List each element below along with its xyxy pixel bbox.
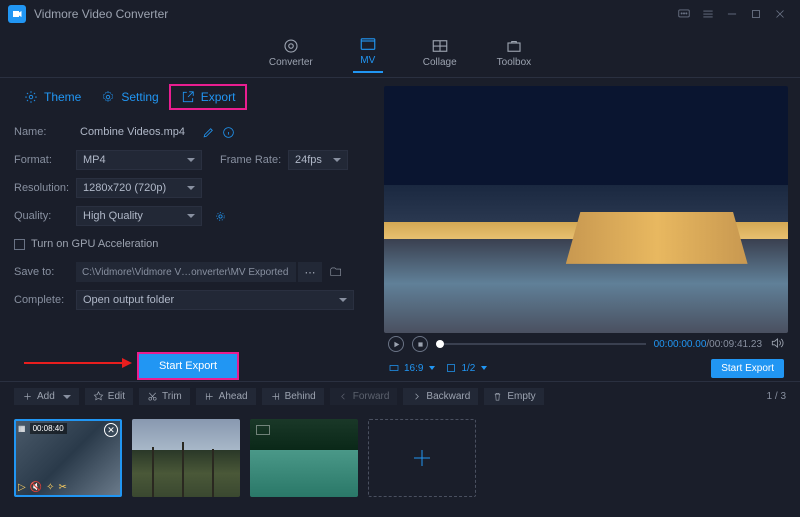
edit-button[interactable]: Edit: [85, 388, 133, 405]
video-preview[interactable]: [384, 86, 788, 333]
ahead-button[interactable]: Ahead: [196, 388, 256, 405]
clip-play-icon[interactable]: ▷: [18, 482, 26, 493]
tab-label: MV: [360, 55, 375, 66]
gpu-checkbox[interactable]: [14, 239, 25, 250]
chevron-down-icon: [333, 158, 341, 162]
clip-trim-icon[interactable]: ✂: [59, 482, 67, 493]
main-tabs: Converter MV Collage Toolbox: [0, 28, 800, 78]
app-title: Vidmore Video Converter: [34, 7, 672, 21]
player-controls: 00:00:00.00/00:09:41.23: [384, 333, 788, 355]
subtab-label: Theme: [44, 90, 81, 104]
browse-button[interactable]: ⋯: [298, 262, 322, 282]
resolution-select[interactable]: 1280x720 (720p): [76, 178, 202, 198]
feedback-icon[interactable]: [672, 2, 696, 26]
clip-toolbar: Add Edit Trim Ahead Behind Forward Backw…: [0, 381, 800, 411]
clip-item[interactable]: [250, 419, 358, 497]
annotation-arrow: [24, 362, 124, 364]
volume-icon[interactable]: [770, 336, 784, 353]
zoom-select[interactable]: 1/2: [445, 362, 487, 374]
format-label: Format:: [14, 154, 76, 166]
chevron-down-icon: [187, 214, 195, 218]
titlebar: Vidmore Video Converter: [0, 0, 800, 28]
subtab-setting[interactable]: Setting: [91, 84, 168, 110]
framerate-select[interactable]: 24fps: [288, 150, 348, 170]
clip-duration: 00:08:40: [30, 423, 67, 434]
timeline: ▦00:08:40 ✕ ▷ 🔇 ✧ ✂: [0, 411, 800, 507]
start-export-small-button[interactable]: Start Export: [711, 359, 784, 378]
preview-options: 16:9 1/2 Start Export: [384, 355, 788, 381]
empty-button[interactable]: Empty: [484, 388, 543, 405]
complete-select[interactable]: Open output folder: [76, 290, 354, 310]
app-logo: [8, 5, 26, 23]
subtab-export[interactable]: Export: [169, 84, 248, 110]
clip-overlay: ▦00:08:40: [18, 423, 118, 434]
name-input[interactable]: [76, 124, 196, 140]
tab-label: Collage: [423, 57, 457, 68]
preview-panel: 00:00:00.00/00:09:41.23 16:9 1/2 Start E…: [376, 78, 800, 381]
backward-button[interactable]: Backward: [403, 388, 478, 405]
menu-icon[interactable]: [696, 2, 720, 26]
play-button[interactable]: [388, 336, 404, 352]
subtab-theme[interactable]: Theme: [14, 84, 91, 110]
maximize-button[interactable]: [744, 2, 768, 26]
minimize-button[interactable]: [720, 2, 744, 26]
chevron-down-icon: [481, 366, 487, 370]
tab-mv[interactable]: MV: [353, 35, 383, 70]
clip-mute-icon[interactable]: 🔇: [30, 482, 42, 493]
stop-button[interactable]: [412, 336, 428, 352]
tab-collage[interactable]: Collage: [423, 37, 457, 68]
resolution-label: Resolution:: [14, 182, 76, 194]
chevron-down-icon: [187, 158, 195, 162]
clip-star-icon[interactable]: ✧: [46, 482, 54, 493]
start-export-button[interactable]: Start Export: [137, 352, 239, 380]
quality-select[interactable]: High Quality: [76, 206, 202, 226]
add-button[interactable]: Add: [14, 388, 79, 405]
subtab-label: Export: [201, 90, 236, 104]
chevron-down-icon: [429, 366, 435, 370]
saveto-path: C:\Vidmore\Vidmore V…onverter\MV Exporte…: [76, 262, 296, 282]
chevron-down-icon: [63, 395, 71, 399]
aspect-ratio-select[interactable]: 16:9: [388, 362, 435, 374]
clip-item[interactable]: [132, 419, 240, 497]
name-label: Name:: [14, 126, 76, 138]
tab-label: Toolbox: [497, 57, 531, 68]
gear-icon[interactable]: [212, 208, 228, 224]
chevron-down-icon: [339, 298, 347, 302]
clip-remove-icon[interactable]: ✕: [104, 423, 118, 437]
gpu-label: Turn on GPU Acceleration: [31, 238, 158, 250]
export-panel: Theme Setting Export Name: Format: MP4 F…: [0, 78, 376, 381]
saveto-label: Save to:: [14, 266, 76, 278]
tab-converter[interactable]: Converter: [269, 37, 313, 68]
tab-label: Converter: [269, 57, 313, 68]
edit-icon[interactable]: [200, 124, 216, 140]
quality-label: Quality:: [14, 210, 76, 222]
trim-button[interactable]: Trim: [139, 388, 190, 405]
complete-label: Complete:: [14, 294, 76, 306]
close-button[interactable]: [768, 2, 792, 26]
info-icon[interactable]: [220, 124, 236, 140]
tab-toolbox[interactable]: Toolbox: [497, 37, 531, 68]
forward-button[interactable]: Forward: [330, 388, 398, 405]
subtab-label: Setting: [121, 90, 158, 104]
progress-slider[interactable]: [436, 343, 646, 345]
time-display: 00:00:00.00/00:09:41.23: [654, 339, 762, 350]
add-clip-button[interactable]: [368, 419, 476, 497]
chevron-down-icon: [187, 186, 195, 190]
page-indicator: 1 / 3: [767, 391, 786, 402]
clip-actions: ▷ 🔇 ✧ ✂: [18, 482, 67, 493]
open-folder-icon[interactable]: [326, 262, 346, 282]
behind-button[interactable]: Behind: [262, 388, 324, 405]
framerate-label: Frame Rate:: [220, 154, 288, 166]
format-select[interactable]: MP4: [76, 150, 202, 170]
clip-item[interactable]: ▦00:08:40 ✕ ▷ 🔇 ✧ ✂: [14, 419, 122, 497]
